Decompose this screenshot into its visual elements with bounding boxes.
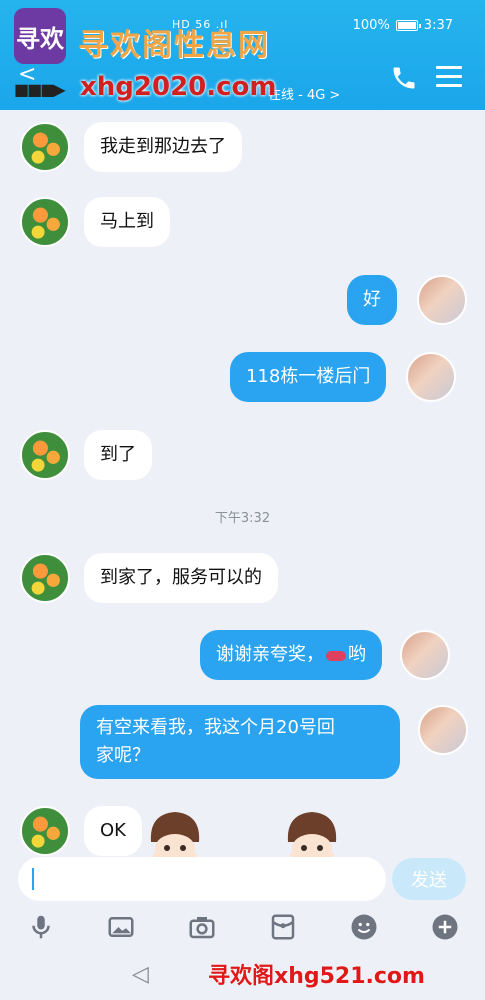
camera-icon[interactable] [187, 912, 217, 942]
message-line: 家呢？ [96, 745, 150, 766]
message-row: 118栋一楼后门 [230, 352, 457, 402]
battery-icon [395, 20, 421, 31]
message-text: 谢谢亲夸奖， [216, 644, 324, 665]
message-bubble[interactable]: OK [84, 806, 142, 856]
contact-avatar[interactable] [20, 197, 70, 247]
plus-icon[interactable] [430, 912, 460, 942]
message-row: 有空来看我，我这个月20号回 家呢？ [80, 705, 468, 779]
watermark-bottom: 寻欢阁xhg521.com [208, 964, 425, 989]
watermark-title: 寻欢阁性息网 [78, 28, 270, 63]
chat-toolbar [0, 908, 485, 948]
message-row: 我走到那边去了 [20, 122, 242, 172]
arrow-icon: ■■■▶ [14, 80, 66, 99]
menu-icon[interactable] [436, 66, 462, 90]
clock: 3:37 [423, 18, 453, 33]
message-row: OK [20, 806, 142, 856]
message-bubble[interactable]: 到家了，服务可以的 [84, 553, 278, 603]
message-bubble[interactable]: 有空来看我，我这个月20号回 家呢？ [80, 705, 400, 779]
status-bar: 100% 3:37 [353, 18, 453, 33]
my-avatar[interactable] [400, 630, 450, 680]
watermark-url: xhg2020.com [80, 72, 277, 102]
message-row: 到家了，服务可以的 [20, 553, 278, 603]
battery-percent: 100% [352, 18, 390, 33]
message-bubble[interactable]: 马上到 [84, 197, 170, 247]
sticker-chibi [150, 812, 200, 858]
my-avatar[interactable] [406, 352, 457, 402]
watermark-logo: 寻欢 [14, 8, 66, 64]
nav-back-icon[interactable]: ◁ [132, 962, 149, 987]
message-row: 好 [347, 275, 467, 325]
message-row: 马上到 [20, 197, 170, 247]
message-input[interactable] [18, 857, 386, 901]
send-button[interactable]: 发送 [392, 858, 466, 900]
message-line: 有空来看我，我这个月20号回 [96, 717, 335, 738]
lips-emoji [326, 651, 346, 661]
message-row: 谢谢亲夸奖， 哟 [200, 630, 450, 680]
text-caret [32, 868, 34, 890]
phone-icon[interactable] [390, 64, 418, 92]
message-bubble[interactable]: 谢谢亲夸奖， 哟 [200, 630, 382, 680]
contact-avatar[interactable] [20, 122, 70, 172]
my-avatar[interactable] [418, 705, 468, 755]
message-bubble[interactable]: 到了 [84, 430, 152, 480]
message-bubble[interactable]: 好 [347, 275, 397, 325]
emoji-icon[interactable] [349, 912, 379, 942]
online-status[interactable]: 在线 - 4G > [268, 84, 340, 103]
contact-avatar[interactable] [20, 806, 70, 856]
sticker-chibi [287, 812, 337, 858]
message-text: 哟 [348, 644, 366, 665]
my-avatar[interactable] [417, 275, 467, 325]
contact-avatar[interactable] [20, 553, 70, 603]
image-icon[interactable] [106, 912, 136, 942]
microphone-icon[interactable] [26, 912, 56, 942]
message-bubble[interactable]: 118栋一楼后门 [230, 352, 387, 402]
message-bubble[interactable]: 我走到那边去了 [84, 122, 242, 172]
red-packet-icon[interactable] [268, 912, 298, 942]
timestamp: 下午3:32 [214, 511, 271, 526]
message-row: 到了 [20, 430, 152, 480]
contact-avatar[interactable] [20, 430, 70, 480]
